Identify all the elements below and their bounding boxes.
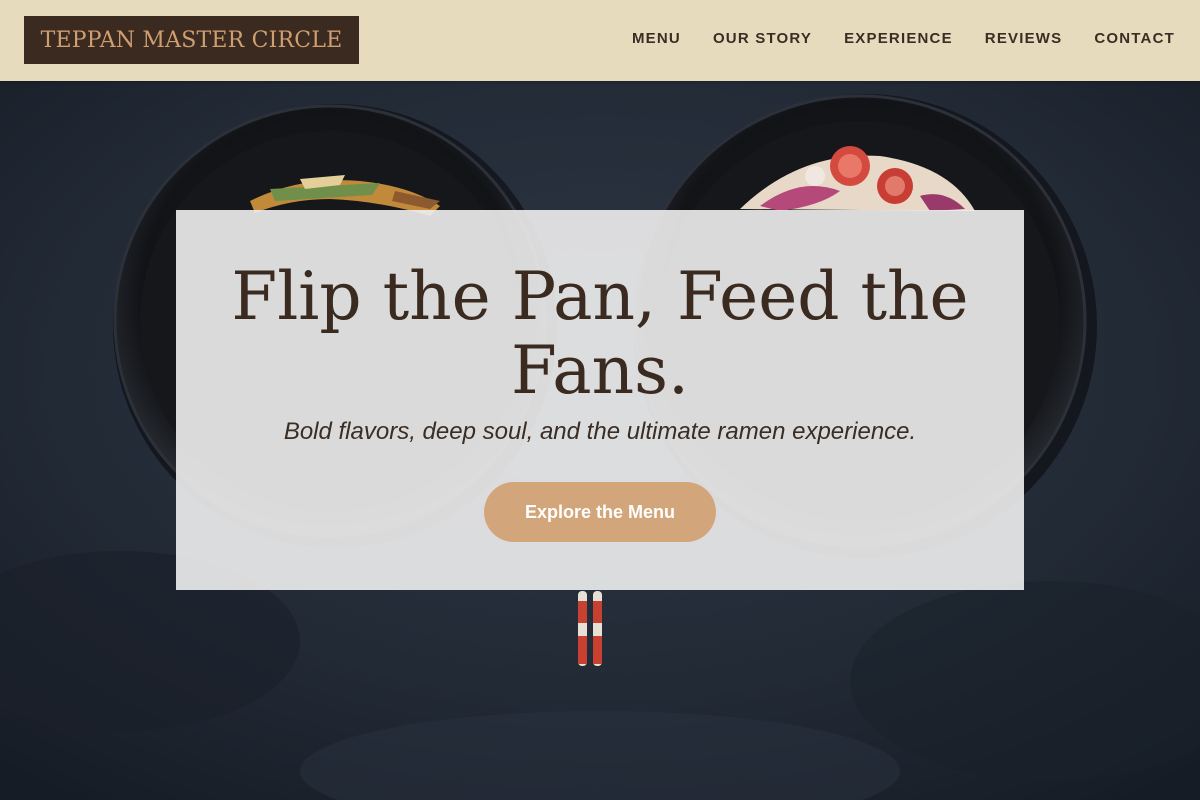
hero-card: Flip the Pan, Feed the Fans. Bold flavor… bbox=[176, 210, 1024, 590]
nav-item-reviews[interactable]: REVIEWS bbox=[985, 30, 1063, 47]
logo-text: TEPPAN MASTER CIRCLE bbox=[40, 27, 343, 53]
main-nav: MENU OUR STORY EXPERIENCE REVIEWS CONTAC… bbox=[632, 30, 1175, 47]
nav-item-contact[interactable]: CONTACT bbox=[1094, 30, 1175, 47]
logo[interactable]: TEPPAN MASTER CIRCLE bbox=[24, 16, 359, 64]
hero-title: Flip the Pan, Feed the Fans. bbox=[231, 258, 969, 409]
nav-item-experience[interactable]: EXPERIENCE bbox=[844, 30, 953, 47]
site-header: TEPPAN MASTER CIRCLE MENU OUR STORY EXPE… bbox=[0, 0, 1200, 81]
hero-subtitle: Bold flavors, deep soul, and the ultimat… bbox=[283, 418, 917, 445]
explore-menu-button[interactable]: Explore the Menu bbox=[484, 482, 716, 542]
nav-item-menu[interactable]: MENU bbox=[632, 30, 681, 47]
nav-item-our-story[interactable]: OUR STORY bbox=[713, 30, 812, 47]
